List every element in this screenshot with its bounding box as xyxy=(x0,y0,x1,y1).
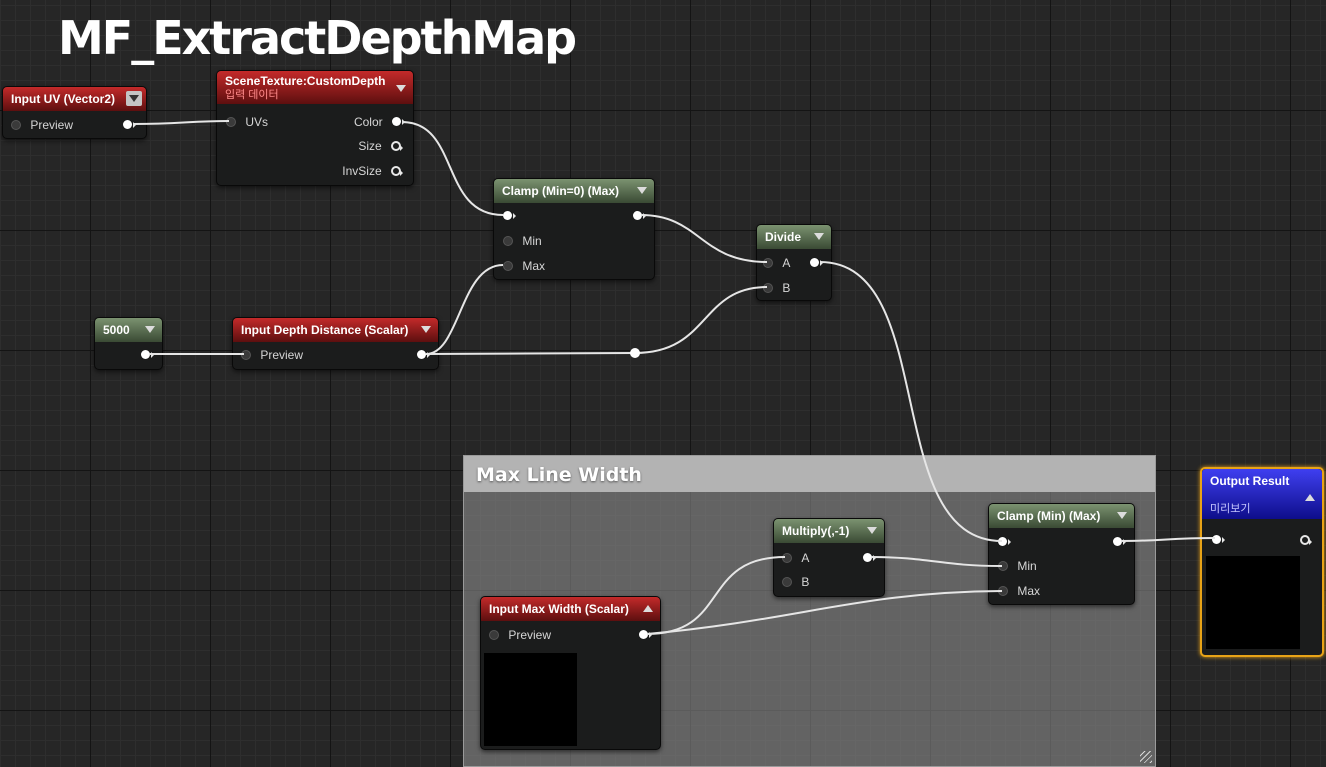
node-subtitle: 입력 데이터 xyxy=(225,89,279,101)
pin-label-a: A xyxy=(801,551,810,565)
pin-input-icon[interactable] xyxy=(11,119,21,130)
wire-depth-to-reroute xyxy=(425,352,636,355)
pin-input-icon[interactable] xyxy=(503,211,516,221)
pin-input-icon[interactable] xyxy=(226,116,236,127)
pin-label-color: Color xyxy=(353,115,383,129)
pin-input-icon[interactable] xyxy=(489,629,499,640)
node-output-result[interactable]: Output Result 미리보기 xyxy=(1200,467,1324,657)
collapse-arrow-icon[interactable] xyxy=(1305,494,1315,501)
collapse-arrow-icon[interactable] xyxy=(637,187,647,194)
pin-output-icon[interactable] xyxy=(810,258,823,268)
pin-label-preview: Preview xyxy=(260,348,304,362)
pin-input-icon[interactable] xyxy=(241,349,251,360)
pin-label-a: A xyxy=(782,256,791,270)
node-divide[interactable]: Divide A B xyxy=(756,224,832,301)
pin-input-icon[interactable] xyxy=(998,560,1008,571)
pin-input-icon[interactable] xyxy=(782,552,792,563)
pin-label-invsize: InvSize xyxy=(342,164,382,178)
pin-label-min: Min xyxy=(522,234,542,248)
pin-input-icon[interactable] xyxy=(503,260,513,271)
node-title: SceneTexture:CustomDepth xyxy=(225,74,386,88)
node-scene-texture[interactable]: SceneTexture:CustomDepth 입력 데이터 UVs Colo… xyxy=(216,70,414,186)
wire-clamp-to-divide-a xyxy=(640,214,768,263)
pin-label-preview: Preview xyxy=(30,118,74,132)
collapse-arrow-icon[interactable] xyxy=(643,605,653,612)
pin-output-icon[interactable] xyxy=(863,553,876,563)
pin-input-icon[interactable] xyxy=(998,537,1011,547)
pin-output-icon[interactable] xyxy=(1113,537,1126,547)
preview-thumbnail xyxy=(1206,556,1300,649)
wire-color-to-clamp xyxy=(401,121,504,216)
pin-output-icon[interactable] xyxy=(392,117,405,127)
collapse-arrow-icon[interactable] xyxy=(1117,512,1127,519)
reroute-node[interactable] xyxy=(630,348,640,358)
pin-label-uvs: UVs xyxy=(245,115,269,129)
pin-output-icon[interactable] xyxy=(639,630,652,640)
pin-label-preview: Preview xyxy=(508,628,552,642)
node-clamp-min0-max[interactable]: Clamp (Min=0) (Max) Min Max xyxy=(493,178,655,280)
node-title: Output Result xyxy=(1210,474,1290,488)
node-title: Clamp (Min) (Max) xyxy=(997,509,1101,523)
wire-reroute-to-divide-b xyxy=(634,286,768,354)
pin-label-min: Min xyxy=(1017,559,1037,573)
pin-output-icon[interactable] xyxy=(123,120,136,130)
pin-input-icon[interactable] xyxy=(763,257,773,268)
node-clamp-min-max[interactable]: Clamp (Min) (Max) Min Max xyxy=(988,503,1135,605)
node-title: 5000 xyxy=(103,323,130,337)
pin-output-icon[interactable] xyxy=(391,165,403,176)
node-title: Multiply(,-1) xyxy=(782,524,850,538)
node-title: Clamp (Min=0) (Max) xyxy=(502,184,620,198)
pin-output-icon[interactable] xyxy=(391,140,403,151)
collapse-arrow-icon[interactable] xyxy=(814,233,824,240)
preview-thumbnail xyxy=(484,653,577,746)
node-input-uv[interactable]: Input UV (Vector2) Preview xyxy=(2,86,147,139)
pin-input-icon[interactable] xyxy=(1212,535,1225,545)
node-input-max-width[interactable]: Input Max Width (Scalar) Preview xyxy=(480,596,661,750)
node-subtitle: 미리보기 xyxy=(1210,503,1251,515)
pin-output-icon[interactable] xyxy=(141,350,154,360)
graph-title: MF_ExtractDepthMap xyxy=(58,11,577,65)
comment-resize-grip[interactable] xyxy=(1140,751,1152,763)
node-title: Input UV (Vector2) xyxy=(11,92,116,106)
pin-output-icon[interactable] xyxy=(417,350,430,360)
node-constant-5000[interactable]: 5000 xyxy=(94,317,163,370)
collapse-arrow-icon[interactable] xyxy=(145,326,155,333)
comment-title[interactable]: Max Line Width xyxy=(464,456,1155,492)
pin-output-icon[interactable] xyxy=(1300,534,1312,545)
node-title: Input Depth Distance (Scalar) xyxy=(241,323,409,337)
pin-label-max: Max xyxy=(1017,584,1041,598)
pin-label-max: Max xyxy=(522,259,546,273)
node-title: Input Max Width (Scalar) xyxy=(489,602,629,616)
node-multiply[interactable]: Multiply(,-1) A B xyxy=(773,518,885,597)
pin-input-icon[interactable] xyxy=(782,576,792,587)
collapse-arrow-icon[interactable] xyxy=(396,85,406,92)
pin-input-icon[interactable] xyxy=(763,282,773,293)
pin-label-b: B xyxy=(782,281,791,295)
collapse-arrow-icon[interactable] xyxy=(867,527,877,534)
wire-inputuv-to-uvs xyxy=(132,120,230,125)
pin-output-icon[interactable] xyxy=(633,211,646,221)
pin-label-size: Size xyxy=(358,139,382,153)
collapse-arrow-icon[interactable] xyxy=(421,326,431,333)
node-input-depth-distance[interactable]: Input Depth Distance (Scalar) Preview xyxy=(232,317,439,370)
pin-label-b: B xyxy=(801,575,810,589)
node-title: Divide xyxy=(765,230,802,244)
pin-input-icon[interactable] xyxy=(998,585,1008,596)
collapse-arrow-icon[interactable] xyxy=(126,91,142,106)
pin-input-icon[interactable] xyxy=(503,235,513,246)
